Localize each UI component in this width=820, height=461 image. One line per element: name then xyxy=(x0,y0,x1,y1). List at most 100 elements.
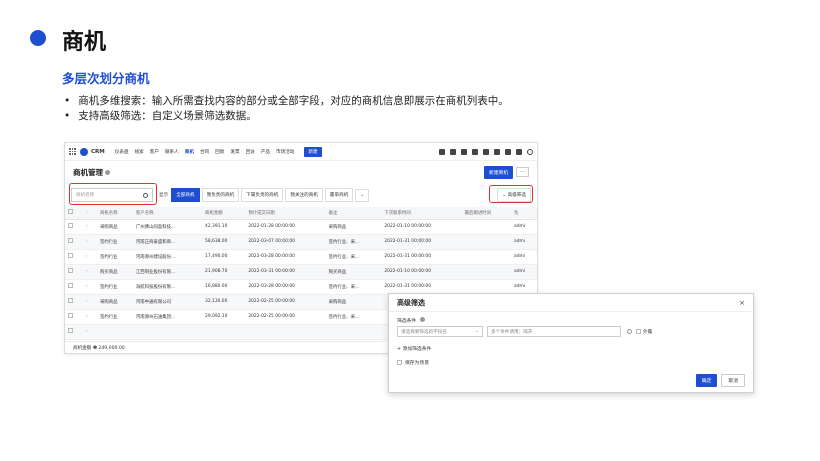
app-grid-icon[interactable] xyxy=(69,148,76,155)
nav-item-campaigns[interactable]: 市场活动 xyxy=(276,149,294,155)
row-checkbox[interactable] xyxy=(68,328,73,333)
value-input[interactable]: 多个条件请用；隔开 xyxy=(487,326,621,337)
external-checkbox[interactable]: 外露 xyxy=(636,329,652,335)
nav-item-invoices[interactable]: 发票 xyxy=(230,149,239,155)
cell-name[interactable]: 采购商品 xyxy=(96,219,133,235)
row-select-cell[interactable] xyxy=(65,279,82,295)
more-button[interactable]: ··· xyxy=(516,167,529,177)
cell-name[interactable]: 采购商品 xyxy=(96,294,133,310)
nav-item-dashboard[interactable]: 仪表盘 xyxy=(115,149,129,155)
nav-item-leads[interactable]: 线索 xyxy=(135,149,144,155)
segment-subordinate-opportunities[interactable]: 下属负责的商机 xyxy=(241,188,284,202)
column-header[interactable]: 预计成交日期 xyxy=(245,207,326,220)
star-icon[interactable]: ☆ xyxy=(85,284,89,289)
checkbox-icon[interactable] xyxy=(397,360,402,365)
help-icon[interactable] xyxy=(505,148,511,155)
table-row[interactable]: ☆ 签约行业 海航科技股份有限... 16,880.00 2022-03-28 00:0… xyxy=(65,279,537,295)
confirm-button[interactable]: 确定 xyxy=(695,374,718,387)
segment-more-dropdown[interactable]: ⌄ xyxy=(355,188,370,202)
star-icon[interactable]: ☆ xyxy=(85,239,89,244)
cell-customer[interactable]: 广州佛山同盈科技... xyxy=(132,219,203,235)
row-checkbox[interactable] xyxy=(68,238,73,243)
star-icon[interactable]: ☆ xyxy=(85,224,89,229)
row-checkbox[interactable] xyxy=(68,253,73,258)
table-row[interactable]: ☆ 签约行业 河南郑州建设股份... 17,490.00 2022-03-28 00:0… xyxy=(65,249,537,265)
row-star-cell[interactable]: ☆ xyxy=(81,324,97,340)
cell-name[interactable] xyxy=(96,324,133,340)
row-star-cell[interactable]: ☆ xyxy=(81,294,97,310)
row-select-cell[interactable] xyxy=(65,309,82,325)
row-select-cell[interactable] xyxy=(65,294,82,310)
cell-customer[interactable] xyxy=(132,324,203,340)
info-icon[interactable] xyxy=(105,169,110,175)
segment-followed-opportunities[interactable]: 我关注的商机 xyxy=(285,188,323,202)
cell-customer[interactable]: 河南中通有限公司 xyxy=(132,294,203,310)
cell-customer[interactable]: 江西铜业股份有限... xyxy=(132,264,203,280)
cancel-button[interactable]: 取消 xyxy=(721,374,745,387)
row-star-cell[interactable]: ☆ xyxy=(81,264,97,280)
column-header[interactable]: 客户名称 xyxy=(132,207,203,220)
nav-item-customers[interactable]: 客户 xyxy=(150,149,159,155)
nav-item-visits[interactable]: 回访 xyxy=(246,149,255,155)
row-checkbox[interactable] xyxy=(68,268,73,273)
select-all-checkbox[interactable] xyxy=(68,209,73,215)
bell-icon[interactable] xyxy=(494,148,500,155)
star-icon[interactable]: ☆ xyxy=(85,269,89,274)
remove-condition-icon[interactable] xyxy=(627,329,632,334)
cell-name[interactable]: 签约行业 xyxy=(96,309,133,325)
checkbox-icon[interactable] xyxy=(636,329,641,334)
field-select[interactable]: 请选择要筛选的字段名 ⌄ xyxy=(397,326,483,337)
row-checkbox[interactable] xyxy=(68,298,73,303)
nav-item-products[interactable]: 产品 xyxy=(261,149,270,155)
table-row[interactable]: ☆ 采购商品 广州佛山同盈科技... 42,391.10 2022-01-28 00:0… xyxy=(65,219,537,235)
cell-name[interactable]: 签约行业 xyxy=(96,249,133,265)
row-select-cell[interactable] xyxy=(65,249,82,265)
cell-customer[interactable]: 河南郑州石油集团... xyxy=(132,309,203,325)
column-header[interactable]: 商机金额 xyxy=(202,207,246,220)
new-opportunity-button[interactable]: 新建商机 xyxy=(484,165,514,179)
info-icon[interactable] xyxy=(419,317,425,322)
save-as-scene-checkbox[interactable]: 保存为场景 xyxy=(389,352,753,366)
cell-name[interactable]: 签约行业 xyxy=(96,234,133,250)
column-header[interactable]: 最后跟进时间 xyxy=(461,207,512,220)
star-icon[interactable]: ☆ xyxy=(85,314,89,319)
table-row[interactable]: ☆ 购买商品 江西铜业股份有限... 21,908.70 2022-03-31 00:0… xyxy=(65,264,537,280)
row-star-cell[interactable]: ☆ xyxy=(81,309,97,325)
row-star-cell[interactable]: ☆ xyxy=(81,279,97,295)
column-header[interactable]: 商机名称 xyxy=(96,207,133,220)
column-header[interactable]: 备注 xyxy=(325,207,382,220)
mail-icon[interactable] xyxy=(439,148,445,155)
nav-new-button[interactable]: 新建 xyxy=(304,146,322,157)
close-icon[interactable]: × xyxy=(739,299,745,307)
nav-item-contracts[interactable]: 合同 xyxy=(200,149,209,155)
cell-customer[interactable]: 河南正商泰盛和商... xyxy=(132,234,203,250)
row-star-cell[interactable]: ☆ xyxy=(81,249,97,265)
star-icon[interactable]: ☆ xyxy=(85,329,89,334)
table-row[interactable]: ☆ 签约行业 河南正商泰盛和商... 58,638.00 2022-03-07 00:0… xyxy=(65,234,537,250)
row-checkbox[interactable] xyxy=(68,283,73,288)
cell-name[interactable]: 签约行业 xyxy=(96,279,133,295)
row-star-cell[interactable]: ☆ xyxy=(81,234,97,250)
row-select-cell[interactable] xyxy=(65,234,82,250)
avatar-icon[interactable] xyxy=(527,148,533,155)
column-header[interactable]: 负 xyxy=(511,207,537,220)
segment-all-opportunities[interactable]: 全部商机 xyxy=(171,188,200,202)
segment-won-opportunities[interactable]: 赢单商机 xyxy=(324,188,354,202)
segment-my-opportunities[interactable]: 我负责的商机 xyxy=(201,188,240,202)
star-icon[interactable]: ☆ xyxy=(85,254,89,259)
row-star-cell[interactable]: ☆ xyxy=(81,219,97,235)
column-header[interactable] xyxy=(65,207,82,220)
star-icon[interactable]: ☆ xyxy=(85,299,89,304)
cell-name[interactable]: 购买商品 xyxy=(96,264,133,280)
row-select-cell[interactable] xyxy=(65,324,82,340)
row-select-cell[interactable] xyxy=(65,219,82,235)
nav-item-opportunities[interactable]: 商机 xyxy=(185,149,194,155)
row-select-cell[interactable] xyxy=(65,264,82,280)
nav-item-contacts[interactable]: 联系人 xyxy=(165,149,179,155)
row-checkbox[interactable] xyxy=(68,313,73,318)
document-icon[interactable] xyxy=(461,148,467,155)
nav-item-payments[interactable]: 回款 xyxy=(215,149,224,155)
filter-icon[interactable] xyxy=(450,148,456,155)
column-header[interactable]: 下次联系时间 xyxy=(381,207,462,220)
add-condition-link[interactable]: + 添加筛选条件 xyxy=(389,337,753,352)
